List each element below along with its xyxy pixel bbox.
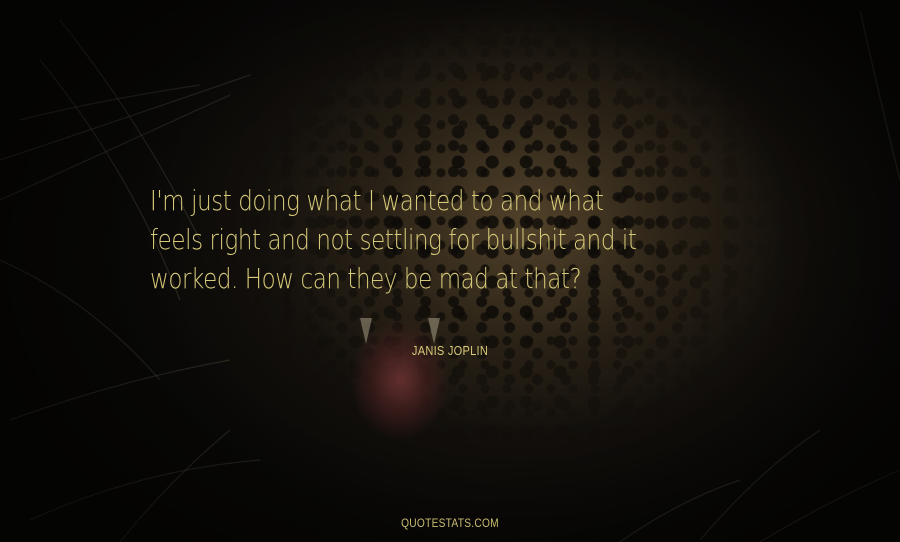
quote-line: feels right and not settling for bullshi… <box>150 223 637 256</box>
quote-text: I'm just doing what I wanted to and what… <box>150 181 658 298</box>
site-watermark: QUOTESTATS.COM <box>401 516 499 530</box>
quote-line: I'm just doing what I wanted to and what <box>150 184 604 217</box>
quote-author[interactable]: JANIS JOPLIN <box>68 343 833 358</box>
quote-line: worked. How can they be mad at that? <box>150 262 582 295</box>
quote-card: I'm just doing what I wanted to and what… <box>0 0 900 542</box>
